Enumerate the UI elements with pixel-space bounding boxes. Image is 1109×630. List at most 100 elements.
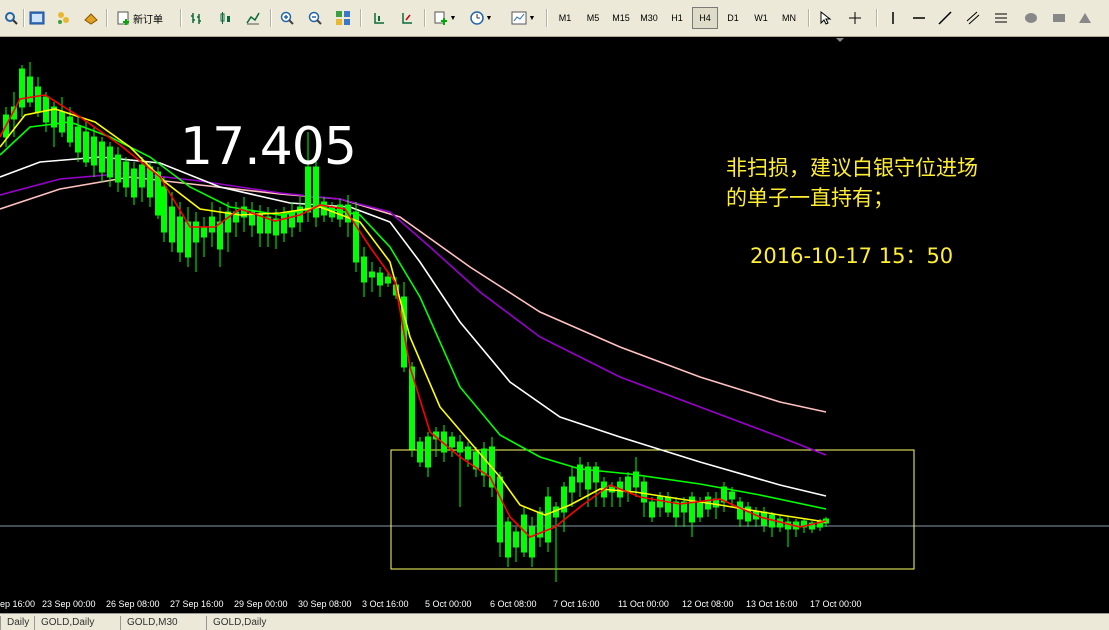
trendline-icon[interactable] <box>934 7 956 29</box>
candle-bearish <box>697 501 703 518</box>
vertical-line-icon[interactable] <box>882 7 904 29</box>
bar-chart-icon[interactable] <box>186 7 208 29</box>
chevron-down-icon: ▼ <box>485 14 493 22</box>
timeframe-h1-button[interactable]: H1 <box>664 7 690 29</box>
zoom-in-icon[interactable] <box>276 7 298 29</box>
clock-icon <box>469 11 484 25</box>
annotation-datetime: 2016-10-17 15：50 <box>750 244 954 268</box>
time-axis: ep 16:00 23 Sep 00:00 26 Sep 08:00 27 Sep 1… <box>0 597 1109 613</box>
periods-button[interactable]: ▼ <box>466 7 496 29</box>
template-icon <box>511 11 527 25</box>
time-axis-label: 3 Oct 16:00 <box>362 599 409 609</box>
ellipse-icon[interactable] <box>1020 7 1042 29</box>
price-chart[interactable]: 17.405 非扫损，建议白银守位进场 的单子一直持有； 2016-10-17 … <box>0 37 1109 597</box>
chevron-down-icon: ▼ <box>528 14 536 22</box>
candle-bearish <box>465 446 471 460</box>
cursor-icon[interactable] <box>814 7 836 29</box>
candle-bearish <box>649 501 655 518</box>
chart-shift-marker <box>836 38 844 42</box>
candle-bearish <box>201 226 207 238</box>
chart-tabs: Daily GOLD,Daily GOLD,M30 GOLD,Daily <box>0 613 1109 630</box>
timeframe-h4-button[interactable]: H4 <box>692 7 718 29</box>
timeframe-mn-button[interactable]: MN <box>776 7 802 29</box>
timeframe-m1-button[interactable]: M1 <box>552 7 578 29</box>
chart-tab[interactable]: GOLD,Daily <box>34 616 100 630</box>
rectangle-icon[interactable] <box>1048 7 1070 29</box>
candle-bearish <box>361 256 367 283</box>
candle-bearish <box>569 476 575 493</box>
candle-bearish <box>737 501 743 520</box>
chart-shift-icon[interactable] <box>368 7 390 29</box>
zoom-chart-icon[interactable] <box>0 7 22 29</box>
horizontal-line-icon[interactable] <box>908 7 930 29</box>
candlestick-icon[interactable] <box>214 7 236 29</box>
triangle-icon[interactable] <box>1074 7 1096 29</box>
time-axis-label: 29 Sep 00:00 <box>234 599 288 609</box>
candle-bearish <box>225 211 231 233</box>
channel-icon[interactable] <box>962 7 984 29</box>
candle-bearish <box>545 496 551 543</box>
time-axis-label: 17 Oct 00:00 <box>810 599 862 609</box>
time-axis-label: ep 16:00 <box>0 599 36 609</box>
candle-bearish <box>577 464 583 483</box>
indicators-button[interactable]: ▼ <box>430 7 460 29</box>
new-order-icon <box>117 11 129 25</box>
time-axis-label: 30 Sep 08:00 <box>298 599 352 609</box>
zoom-out-icon[interactable] <box>304 7 326 29</box>
new-order-label: 新订单 <box>133 14 163 26</box>
chart-tab[interactable]: GOLD,Daily <box>206 616 272 630</box>
candle-bearish <box>115 154 121 183</box>
candlesticks <box>3 62 829 582</box>
candle-bearish <box>641 481 647 503</box>
charts-icon[interactable] <box>26 7 48 29</box>
candle-bearish <box>289 211 295 228</box>
tile-windows-icon[interactable] <box>332 7 354 29</box>
candle-bearish <box>257 214 263 234</box>
candle-bearish <box>75 126 81 153</box>
candle-bearish <box>19 68 25 108</box>
time-axis-label: 13 Oct 16:00 <box>746 599 798 609</box>
candle-bearish <box>161 186 167 233</box>
candle-bearish <box>593 466 599 483</box>
candle-bearish <box>43 96 49 123</box>
timeframe-w1-button[interactable]: W1 <box>748 7 774 29</box>
new-order-button[interactable]: 新订单 <box>110 7 170 29</box>
candle-bearish <box>209 216 215 233</box>
timeframe-d1-button[interactable]: D1 <box>720 7 746 29</box>
indicators-icon <box>434 11 447 25</box>
time-axis-label: 27 Sep 16:00 <box>170 599 224 609</box>
time-axis-label: 26 Sep 08:00 <box>106 599 160 609</box>
candle-bearish <box>385 276 391 284</box>
time-axis-label: 7 Oct 16:00 <box>553 599 600 609</box>
toolbar: 新订单 ▼ ▼ ▼ M1 M5 M15 M30 H1 H4 D1 W1 MN <box>0 0 1109 37</box>
time-axis-label: 12 Oct 08:00 <box>682 599 734 609</box>
chart-tab[interactable]: GOLD,M30 <box>120 616 184 630</box>
autoscroll-icon[interactable] <box>396 7 418 29</box>
line-chart-icon[interactable] <box>242 7 264 29</box>
candle-bearish <box>665 496 671 513</box>
candle-bearish <box>107 146 113 178</box>
time-axis-label: 23 Sep 00:00 <box>42 599 96 609</box>
candle-bearish <box>457 441 463 453</box>
candle-bearish <box>625 476 631 493</box>
candle-bearish <box>67 116 73 143</box>
timeframe-m30-button[interactable]: M30 <box>636 7 662 29</box>
candle-bearish <box>177 216 183 253</box>
templates-button[interactable]: ▼ <box>506 7 540 29</box>
crosshair-icon[interactable] <box>844 7 866 29</box>
candle-bearish <box>497 476 503 543</box>
history-icon[interactable] <box>80 7 102 29</box>
timeframe-m5-button[interactable]: M5 <box>580 7 606 29</box>
candle-bearish <box>417 441 423 463</box>
profiles-icon[interactable] <box>52 7 74 29</box>
candle-bearish <box>123 161 129 188</box>
candle-bearish <box>513 531 519 548</box>
ma-red-path <box>0 94 827 538</box>
timeframe-m15-button[interactable]: M15 <box>608 7 634 29</box>
chart-canvas <box>0 38 1109 582</box>
candle-bearish <box>729 491 735 500</box>
chart-tab[interactable]: Daily <box>0 616 35 630</box>
fibonacci-icon[interactable] <box>990 7 1012 29</box>
candle-bearish <box>657 496 663 508</box>
candle-bearish <box>217 221 223 250</box>
